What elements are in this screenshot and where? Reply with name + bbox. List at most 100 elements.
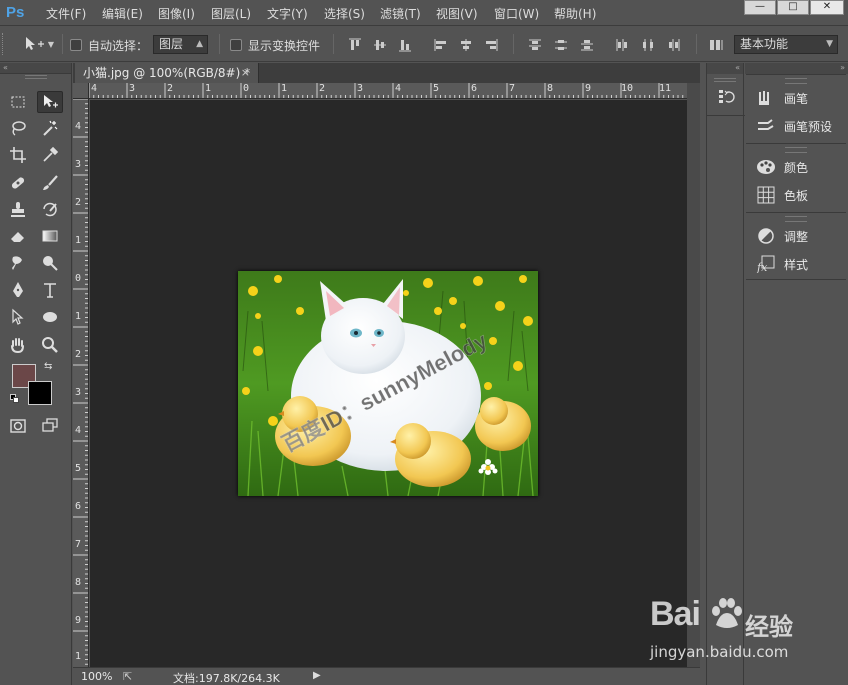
brush-presets-icon: [756, 117, 776, 135]
panel-collapse-toggle[interactable]: «: [0, 63, 71, 74]
ruler-label: 3: [75, 387, 82, 398]
kitten-photo[interactable]: 百度ID：sunnyMelody: [238, 271, 538, 496]
align-left-icon[interactable]: [433, 37, 449, 53]
smudge-icon: [12, 256, 22, 270]
menu-edit[interactable]: 编辑(E): [102, 5, 143, 22]
move-tool[interactable]: [37, 91, 63, 113]
menu-help[interactable]: 帮助(H): [554, 5, 596, 22]
ruler-label: 10: [621, 83, 634, 94]
pen-tool[interactable]: [5, 279, 31, 301]
align-horizontal-center-icon[interactable]: [458, 37, 474, 53]
distribute-top-icon[interactable]: [527, 37, 543, 53]
dock-collapse-toggle[interactable]: «: [707, 63, 743, 74]
ruler-origin[interactable]: [73, 83, 89, 99]
auto-select-dropdown[interactable]: 图层 ▲: [153, 35, 208, 54]
path-selection-icon: [12, 308, 24, 325]
screen-mode-button[interactable]: [37, 415, 63, 437]
clone-stamp-tool[interactable]: [5, 199, 31, 221]
hand-tool[interactable]: [5, 334, 31, 356]
rectangular-marquee-tool[interactable]: [5, 91, 31, 113]
spot-healing-brush-tool[interactable]: [5, 172, 31, 194]
history-panel-icon[interactable]: [716, 87, 736, 107]
minimize-button[interactable]: —: [744, 0, 776, 15]
divider: [333, 34, 334, 54]
vertical-scrollbar[interactable]: [687, 83, 700, 667]
status-bar: 100% ⇱ 文档:197.8K/264.3K ▶: [73, 667, 700, 685]
distribute-horizontal-center-icon[interactable]: [640, 37, 656, 53]
panel-item-brush[interactable]: 画笔: [746, 84, 846, 112]
zoom-level[interactable]: 100%: [81, 670, 112, 683]
eraser-tool[interactable]: [5, 225, 31, 247]
history-brush-tool[interactable]: [37, 199, 63, 221]
type-tool[interactable]: [37, 279, 63, 301]
panel-item-swatches[interactable]: 色板: [746, 181, 846, 209]
dodge-tool[interactable]: [37, 252, 63, 274]
panel-item-styles[interactable]: fx 样式: [746, 250, 846, 278]
eyedropper-tool[interactable]: [37, 144, 63, 166]
distribute-left-icon[interactable]: [614, 37, 630, 53]
zoom-tool[interactable]: [37, 334, 63, 356]
ellipse-tool[interactable]: [37, 306, 63, 328]
lasso-icon: [12, 121, 26, 136]
align-top-icon[interactable]: [347, 37, 363, 53]
menu-type[interactable]: 文字(Y): [267, 5, 308, 22]
distribute-vertical-center-icon[interactable]: [553, 37, 569, 53]
menu-file[interactable]: 文件(F): [46, 5, 86, 22]
move-tool-preset-picker[interactable]: ▼: [18, 33, 58, 55]
menu-layer[interactable]: 图层(L): [211, 5, 251, 22]
distribute-bottom-icon[interactable]: [579, 37, 595, 53]
status-menu-arrow[interactable]: ▶: [313, 670, 321, 681]
brush-tool[interactable]: [37, 172, 63, 194]
document-tab[interactable]: 小猫.jpg @ 100%(RGB/8#) * ×: [75, 63, 259, 83]
ruler-label: 1: [75, 651, 82, 662]
crop-tool[interactable]: [5, 144, 31, 166]
ruler-label: 7: [75, 539, 82, 550]
align-bottom-icon[interactable]: [397, 37, 413, 53]
quick-mask-button[interactable]: [5, 415, 31, 437]
right-panels: » 画笔 画笔预设 颜色 色板 调整 fx 样式: [745, 63, 848, 685]
document-size: 文档:197.8K/264.3K: [173, 672, 280, 685]
show-transform-checkbox[interactable]: [230, 39, 242, 51]
align-right-icon[interactable]: [483, 37, 499, 53]
ruler-label: 5: [433, 83, 440, 94]
menu-image[interactable]: 图像(I): [158, 5, 195, 22]
ruler-label: 6: [471, 83, 478, 94]
menu-view[interactable]: 视图(V): [436, 5, 478, 22]
divider: [513, 34, 514, 54]
path-selection-tool[interactable]: [5, 306, 31, 328]
gradient-tool[interactable]: [37, 225, 63, 247]
maximize-button[interactable]: □: [777, 0, 809, 15]
close-button[interactable]: ✕: [810, 0, 844, 15]
ruler-label: 3: [75, 159, 82, 170]
color-palette-icon: [756, 158, 776, 176]
menu-filter[interactable]: 滤镜(T): [380, 5, 421, 22]
tools-panel: « ⇆: [0, 63, 72, 685]
chevron-down-icon: ▼: [47, 39, 55, 49]
auto-select-checkbox[interactable]: [70, 39, 82, 51]
workspace-dropdown[interactable]: 基本功能 ▼: [734, 35, 838, 54]
lasso-tool[interactable]: [5, 117, 31, 139]
panel-item-label: 画笔预设: [784, 119, 833, 134]
default-colors-icon[interactable]: [10, 394, 20, 404]
magic-wand-tool[interactable]: [37, 117, 63, 139]
export-icon[interactable]: ⇱: [123, 670, 132, 683]
panels-collapse-toggle[interactable]: »: [745, 63, 848, 74]
swap-colors-icon[interactable]: ⇆: [44, 361, 52, 372]
watermark-url: jingyan.baidu.com: [650, 643, 789, 661]
blur-tool[interactable]: [5, 252, 31, 274]
menu-window[interactable]: 窗口(W): [494, 5, 539, 22]
background-color-swatch[interactable]: [28, 381, 52, 405]
auto-select-value: 图层: [159, 37, 184, 51]
kitten-photo-image: 百度ID：sunnyMelody: [238, 271, 538, 496]
panel-item-color[interactable]: 颜色: [746, 153, 846, 181]
options-grip: [2, 33, 5, 55]
distribute-right-icon[interactable]: [666, 37, 682, 53]
panel-item-adjustments[interactable]: 调整: [746, 222, 846, 250]
align-vertical-center-icon[interactable]: [372, 37, 388, 53]
close-tab-icon[interactable]: ×: [241, 63, 250, 83]
auto-align-icon[interactable]: [708, 37, 724, 53]
panel-item-brush-presets[interactable]: 画笔预设: [746, 112, 846, 140]
menu-select[interactable]: 选择(S): [324, 5, 365, 22]
ruler-label: 2: [75, 349, 82, 360]
panel-item-label: 画笔: [784, 91, 809, 106]
